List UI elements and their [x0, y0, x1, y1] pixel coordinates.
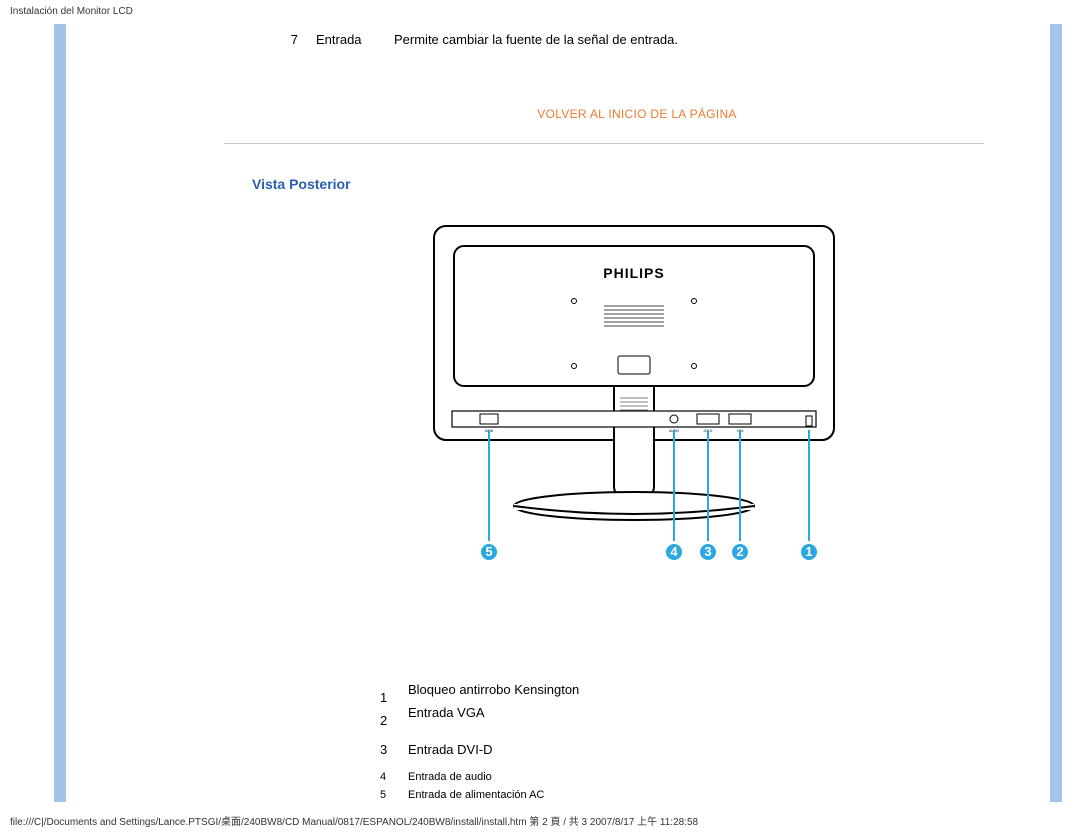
legend-text-3: Entrada DVI-D — [398, 742, 493, 757]
brand-label: PHILIPS — [603, 265, 664, 281]
right-side-stripe — [1050, 24, 1062, 802]
left-side-stripe — [54, 24, 66, 802]
legend-num-2: 2 — [380, 713, 398, 728]
monitor-rear-diagram: PHILIPS — [364, 216, 904, 596]
legend-num-3: 3 — [380, 742, 398, 757]
port-legend: 1 Bloqueo antirrobo Kensington 2 Entrada… — [380, 696, 1020, 801]
legend-row-3: 3 Entrada DVI-D — [380, 742, 1020, 757]
callout-5: 5 — [485, 544, 492, 559]
legend-text-5: Entrada de alimentación AC — [398, 789, 544, 801]
legend-row-4: 4 Entrada de audio — [380, 771, 1020, 783]
legend-row-2: 2 Entrada VGA — [380, 719, 1020, 728]
row-7-label: Entrada — [316, 32, 376, 47]
section-divider — [224, 143, 984, 144]
legend-row-1: 1 Bloqueo antirrobo Kensington — [380, 696, 1020, 705]
callout-1: 1 — [805, 544, 812, 559]
legend-text-1: Bloqueo antirrobo Kensington — [398, 682, 579, 697]
page-header-title: Instalación del Monitor LCD — [10, 6, 133, 17]
legend-num-5: 5 — [380, 789, 398, 801]
callout-3: 3 — [704, 544, 711, 559]
callout-2: 2 — [736, 544, 743, 559]
back-to-top-link[interactable]: VOLVER AL INICIO DE LA PÁGINA — [254, 107, 1020, 121]
legend-text-4: Entrada de audio — [398, 771, 492, 783]
callout-4: 4 — [670, 544, 678, 559]
callout-numbers: 5 4 3 2 1 — [481, 544, 817, 560]
legend-text-2: Entrada VGA — [398, 705, 485, 720]
main-content: 7 Entrada Permite cambiar la fuente de l… — [66, 24, 1050, 802]
stand-neck — [614, 386, 654, 496]
row-7-number: 7 — [254, 32, 298, 47]
vista-posterior-heading: Vista Posterior — [252, 176, 1020, 192]
legend-num-1: 1 — [380, 690, 398, 705]
port-strip — [452, 411, 816, 427]
row-7-entrada: 7 Entrada Permite cambiar la fuente de l… — [254, 32, 1020, 47]
row-7-description: Permite cambiar la fuente de la señal de… — [394, 32, 1020, 47]
legend-num-4: 4 — [380, 771, 398, 783]
legend-row-5: 5 Entrada de alimentación AC — [380, 789, 1020, 801]
footer-file-path: file:///C|/Documents and Settings/Lance.… — [10, 813, 698, 828]
